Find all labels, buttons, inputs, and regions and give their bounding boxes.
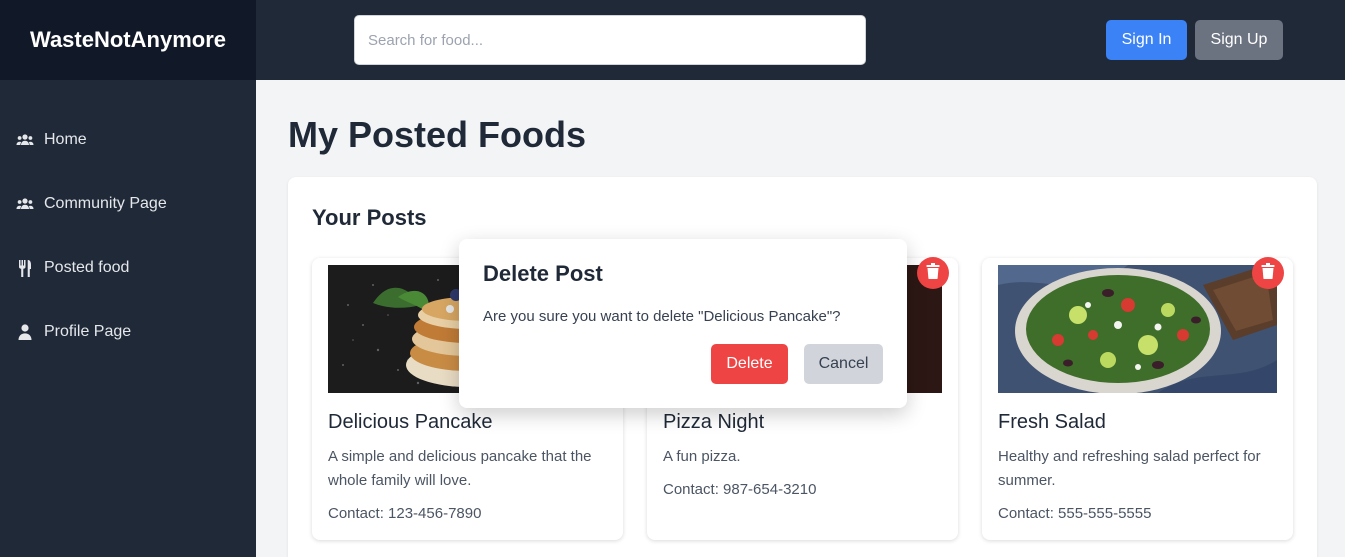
delete-post-button[interactable] (1252, 257, 1284, 289)
post-description: Healthy and refreshing salad perfect for… (998, 448, 1261, 489)
sidebar-nav: Home Community Page Posted food Profile … (0, 80, 256, 364)
post-contact: Contact: 123-456-7890 (328, 505, 482, 522)
sidebar-item-profile[interactable]: Profile Page (0, 300, 256, 364)
sign-up-button[interactable]: Sign Up (1195, 20, 1283, 60)
sidebar-item-label: Community Page (44, 195, 167, 212)
utensils-icon (16, 259, 34, 277)
post-description: A simple and delicious pancake that the … (328, 448, 592, 489)
sidebar-item-community[interactable]: Community Page (0, 172, 256, 236)
post-contact: Contact: 555-555-5555 (998, 505, 1152, 522)
sign-in-button[interactable]: Sign In (1106, 20, 1187, 60)
sidebar-item-label: Profile Page (44, 323, 132, 340)
sidebar-item-home[interactable]: Home (0, 108, 256, 172)
brand-name: WasteNotAnymore (30, 27, 226, 52)
post-card: Fresh Salad Healthy and refreshing salad… (982, 258, 1293, 540)
trash-icon (1261, 262, 1275, 284)
delete-confirm-dialog: Delete Post Are you sure you want to del… (459, 239, 907, 408)
sidebar-item-label: Posted food (44, 259, 130, 276)
top-header: Sign In Sign Up (256, 0, 1345, 80)
users-icon (16, 131, 34, 149)
users-icon (16, 195, 34, 213)
salad-photo (998, 265, 1277, 393)
sidebar: WasteNotAnymore Home Community Page Post… (0, 0, 256, 557)
dialog-message: Are you sure you want to delete "Delicio… (483, 308, 841, 325)
section-title: Your Posts (312, 205, 427, 230)
search-input[interactable] (354, 15, 866, 65)
delete-post-button[interactable] (917, 257, 949, 289)
sidebar-item-label: Home (44, 131, 87, 148)
post-contact: Contact: 987-654-3210 (663, 481, 817, 498)
sidebar-item-posted-food[interactable]: Posted food (0, 236, 256, 300)
post-description: A fun pizza. (663, 448, 741, 465)
user-icon (16, 323, 34, 341)
post-title: Pizza Night (663, 411, 765, 433)
post-title: Delicious Pancake (328, 411, 493, 433)
brand-logo[interactable]: WasteNotAnymore (0, 0, 256, 80)
confirm-delete-button[interactable]: Delete (711, 344, 788, 384)
page-title: My Posted Foods (288, 114, 587, 155)
post-title: Fresh Salad (998, 411, 1106, 433)
cancel-button[interactable]: Cancel (804, 344, 883, 384)
trash-icon (926, 262, 940, 284)
dialog-title: Delete Post (483, 261, 603, 286)
